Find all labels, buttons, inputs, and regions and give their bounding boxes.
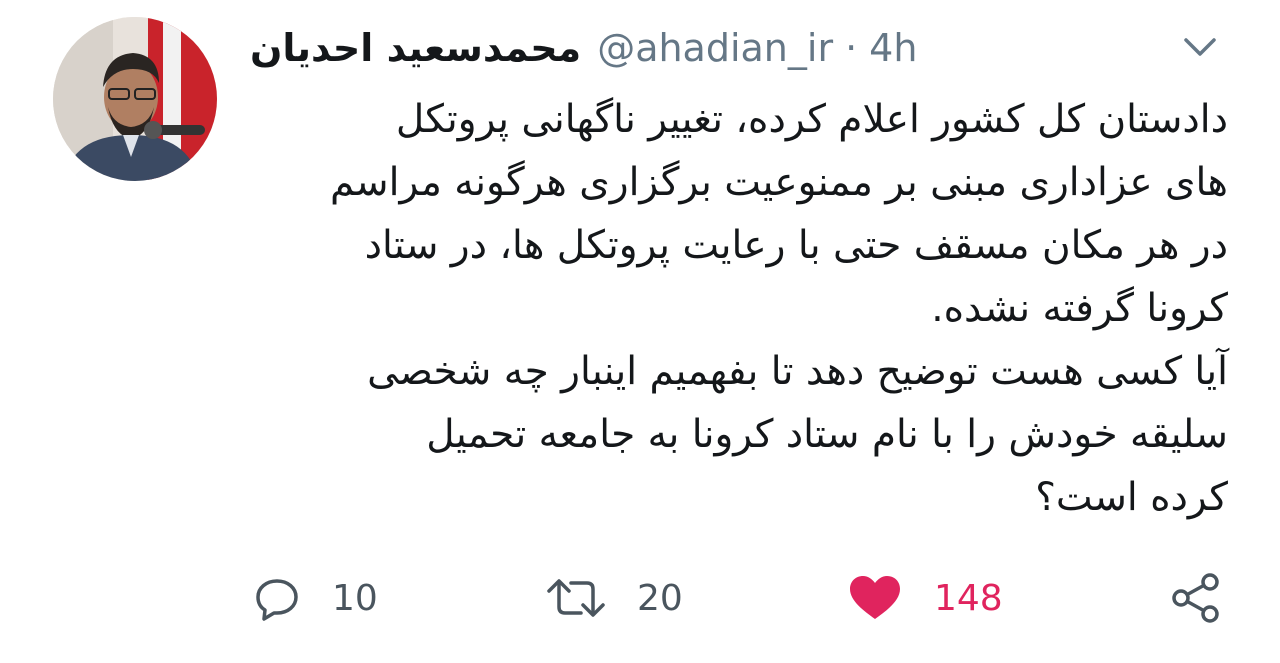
retweet-count: 20 [637, 577, 683, 619]
tweet-text-line: کرده است؟ [1035, 475, 1228, 520]
reply-count: 10 [332, 577, 378, 619]
heart-icon [850, 576, 900, 619]
tweet-header: محمدسعید احدیان @ahadian_ir · 4h [250, 22, 917, 74]
tweet-text-line: آیا کسی هست توضیح دهد تا بفهمیم اینبار چ… [367, 349, 1228, 394]
tweet-text-line: در هر مکان مسقف حتی با رعایت پروتکل ها، … [364, 223, 1228, 268]
tweet-text-line: دادستان کل کشور اعلام کرده، تغییر ناگهان… [395, 97, 1228, 142]
avatar-photo [53, 17, 217, 181]
retweet-button[interactable]: 20 [545, 568, 683, 628]
tweet-text-line: های عزاداری مبنی بر ممنوعیت برگزاری هرگو… [329, 160, 1228, 205]
share-icon [1172, 573, 1219, 623]
reply-icon [256, 579, 298, 621]
retweet-icon [547, 579, 605, 617]
like-count: 148 [934, 577, 1003, 619]
chevron-down-icon[interactable] [1178, 30, 1222, 66]
tweet-text: دادستان کل کشور اعلام کرده، تغییر ناگهان… [250, 88, 1228, 529]
display-name[interactable]: محمدسعید احدیان [250, 26, 581, 70]
user-handle[interactable]: @ahadian_ir [597, 26, 833, 70]
tweet-text-line: سلیقه خودش را با نام ستاد کرونا به جامعه… [426, 412, 1228, 457]
timestamp[interactable]: 4h [869, 26, 917, 70]
like-button[interactable]: 148 [846, 568, 1003, 628]
reply-button[interactable]: 10 [252, 568, 378, 628]
share-button[interactable] [1168, 568, 1224, 628]
avatar[interactable] [53, 17, 217, 181]
tweet-card: محمدسعید احدیان @ahadian_ir · 4h دادستان… [0, 0, 1280, 663]
separator-dot: · [845, 26, 858, 70]
tweet-actions: 10 20 148 [0, 568, 1280, 628]
tweet-text-line: کرونا گرفته نشده. [931, 286, 1228, 331]
